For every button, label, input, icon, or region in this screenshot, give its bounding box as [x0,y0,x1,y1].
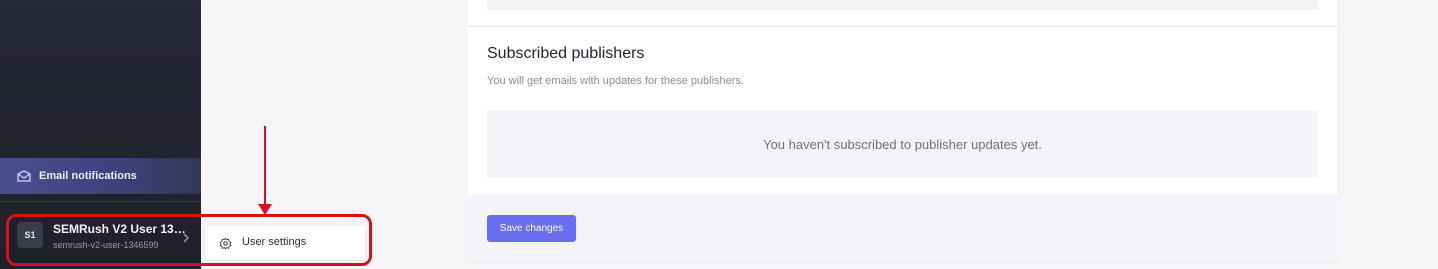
annotation-highlight-box [6,214,372,266]
empty-state-text: You haven't subscribed to publisher upda… [763,136,1042,152]
annotation-arrow-shaft [264,126,266,208]
empty-state-box: You haven't subscribed to publisher upda… [487,110,1318,178]
mail-stack-icon [17,170,31,184]
section-subtitle: You will get emails with updates for the… [487,75,745,87]
sidebar-item-email-notifications[interactable]: Email notifications [0,158,201,194]
publishers-card: Subscribed publishers You will get email… [467,0,1338,261]
card-divider [467,26,1338,27]
save-changes-button[interactable]: Save changes [487,215,576,242]
card-footer: Save changes [467,195,1338,261]
previous-section-strip [487,0,1318,10]
sidebar-item-label: Email notifications [39,170,137,182]
section-title: Subscribed publishers [487,45,645,62]
sidebar-divider [0,201,201,202]
